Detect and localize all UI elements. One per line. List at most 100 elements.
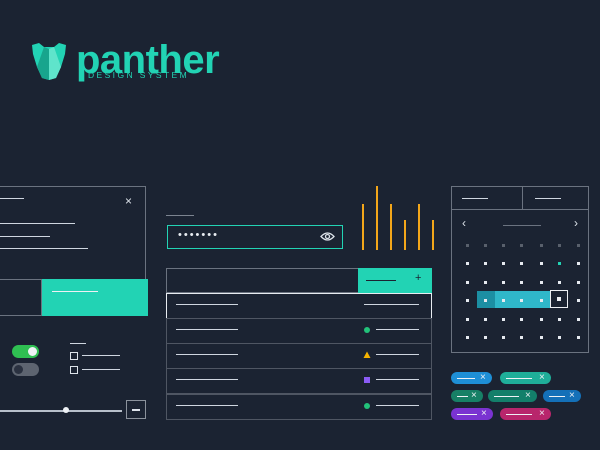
calendar-day[interactable]: [558, 244, 561, 247]
calendar-day[interactable]: [577, 244, 580, 247]
close-icon[interactable]: ×: [539, 371, 545, 385]
close-icon[interactable]: ×: [539, 407, 545, 421]
tag-label-placeholder: [457, 377, 475, 379]
calendar-day[interactable]: [502, 262, 505, 265]
calendar-day[interactable]: [558, 318, 561, 321]
brand-tagline: DESIGN SYSTEM: [88, 70, 190, 80]
decrement-button[interactable]: [126, 400, 146, 419]
tag-label-placeholder: [457, 395, 468, 397]
status-circle-icon: [364, 327, 370, 333]
toggle-on[interactable]: [12, 345, 39, 358]
tag-label-placeholder: [494, 395, 519, 397]
table-row[interactable]: [166, 343, 432, 369]
calendar-day[interactable]: [466, 244, 469, 247]
tag[interactable]: ×: [488, 390, 537, 402]
tag[interactable]: ×: [451, 408, 493, 420]
calendar-day[interactable]: [466, 318, 469, 321]
calendar-day[interactable]: [540, 336, 543, 339]
calendar-day[interactable]: [484, 318, 487, 321]
calendar-day[interactable]: [484, 244, 487, 247]
calendar-day[interactable]: [558, 281, 561, 284]
calendar-day[interactable]: [502, 299, 505, 302]
slider-handle[interactable]: [63, 407, 69, 413]
panther-head-icon: [32, 43, 66, 80]
chevron-left-icon[interactable]: ‹: [462, 216, 466, 230]
sparkline-bar: [418, 204, 420, 250]
toggle-knob: [14, 365, 23, 374]
calendar-day[interactable]: [484, 336, 487, 339]
calendar-day[interactable]: [466, 336, 469, 339]
cell-placeholder: [176, 329, 238, 331]
password-label-placeholder: [166, 215, 194, 217]
tag[interactable]: ×: [451, 390, 483, 402]
calendar-day[interactable]: [520, 244, 523, 247]
table-row[interactable]: [166, 394, 432, 420]
calendar-day[interactable]: [466, 299, 469, 302]
sparkline-bar: [404, 220, 406, 250]
calendar-day[interactable]: [540, 244, 543, 247]
sparkline-bar: [390, 204, 392, 250]
checkbox[interactable]: [70, 352, 78, 360]
cell-placeholder: [176, 405, 238, 407]
calendar-day[interactable]: [540, 318, 543, 321]
close-icon[interactable]: ×: [471, 389, 477, 403]
calendar-day[interactable]: [466, 281, 469, 284]
close-icon[interactable]: ×: [480, 371, 486, 385]
table-row[interactable]: [166, 318, 432, 344]
cell-placeholder: [376, 329, 419, 331]
tag-label-placeholder: [506, 377, 532, 379]
calendar-day[interactable]: [558, 336, 561, 339]
calendar-day[interactable]: [520, 262, 523, 265]
close-icon[interactable]: ×: [525, 389, 531, 403]
slider-track[interactable]: [0, 410, 122, 412]
table-row[interactable]: [166, 368, 432, 394]
tag[interactable]: ×: [451, 372, 492, 384]
calendar-tab-month[interactable]: [451, 186, 523, 210]
calendar-day[interactable]: [558, 262, 561, 265]
table-row[interactable]: [166, 293, 432, 319]
checkbox-group-label-placeholder: [70, 343, 86, 345]
minus-icon: [132, 409, 140, 411]
tab-label-placeholder: [462, 198, 488, 200]
calendar-tab-year[interactable]: [522, 186, 589, 210]
checkbox[interactable]: [70, 366, 78, 374]
cell-placeholder: [376, 354, 419, 356]
calendar-day[interactable]: [484, 262, 487, 265]
calendar-day[interactable]: [502, 318, 505, 321]
calendar-day[interactable]: [484, 299, 487, 302]
calendar-day[interactable]: [577, 281, 580, 284]
close-icon[interactable]: ×: [481, 407, 487, 421]
tag[interactable]: ×: [543, 390, 581, 402]
calendar-day[interactable]: [520, 299, 523, 302]
eye-icon[interactable]: [320, 231, 335, 242]
calendar-day[interactable]: [577, 336, 580, 339]
status-circle-icon: [364, 403, 370, 409]
toggle-off[interactable]: [12, 363, 39, 376]
calendar-day[interactable]: [577, 262, 580, 265]
close-icon[interactable]: ×: [125, 194, 132, 208]
tag[interactable]: ×: [500, 408, 551, 420]
tag[interactable]: ×: [500, 372, 551, 384]
calendar-day[interactable]: [540, 262, 543, 265]
calendar-day[interactable]: [540, 299, 543, 302]
calendar-day[interactable]: [540, 281, 543, 284]
calendar-day[interactable]: [502, 336, 505, 339]
calendar-day[interactable]: [577, 299, 580, 302]
calendar-day[interactable]: [520, 336, 523, 339]
cell-placeholder: [176, 379, 238, 381]
cell-placeholder: [376, 405, 419, 407]
chevron-right-icon[interactable]: ›: [574, 216, 578, 230]
calendar-day[interactable]: [520, 281, 523, 284]
modal-primary-button[interactable]: [42, 279, 148, 316]
modal-secondary-button[interactable]: [0, 279, 42, 316]
calendar-day[interactable]: [502, 281, 505, 284]
calendar-day[interactable]: [502, 244, 505, 247]
calendar-day[interactable]: [484, 281, 487, 284]
calendar-day[interactable]: [466, 262, 469, 265]
calendar-day[interactable]: [577, 318, 580, 321]
status-square-icon: [364, 377, 370, 383]
close-icon[interactable]: ×: [569, 389, 575, 403]
checkbox-label-placeholder: [82, 369, 120, 371]
calendar-selected-day-dot: [557, 297, 561, 301]
calendar-day[interactable]: [520, 318, 523, 321]
